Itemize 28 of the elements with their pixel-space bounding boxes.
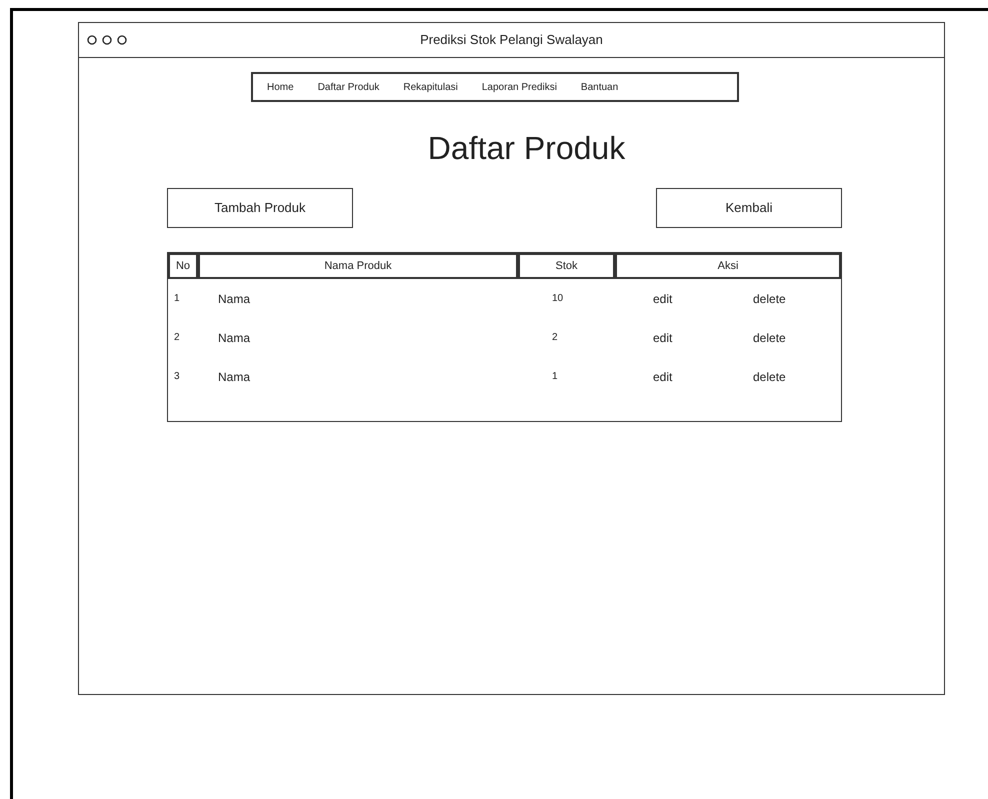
column-header: Stok	[518, 253, 615, 279]
add-product-button[interactable]: Tambah Produk	[167, 188, 353, 228]
edit-link[interactable]: edit	[653, 290, 753, 308]
table-cell-text: 2	[551, 331, 559, 345]
nav-link[interactable]: Home	[267, 80, 294, 94]
column-header: Aksi	[615, 253, 841, 279]
edit-link[interactable]: edit	[653, 368, 753, 386]
table-cell-text: Nama	[217, 290, 252, 308]
table-cell-text: 3	[173, 370, 181, 384]
table-cell-text: 1	[551, 370, 559, 384]
nav-link[interactable]: Bantuan	[580, 80, 618, 94]
nav-link[interactable]: Laporan Prediksi	[482, 80, 557, 94]
table-cell-text: 10	[551, 292, 564, 306]
delete-link[interactable]: delete	[753, 328, 786, 346]
delete-link[interactable]: delete	[753, 368, 786, 386]
table-cell-text: 1	[173, 292, 181, 306]
edit-link[interactable]: edit	[653, 328, 753, 346]
back-button[interactable]: Kembali	[656, 188, 842, 228]
nav-link[interactable]: Daftar Produk	[318, 80, 380, 94]
column-header: No	[168, 253, 198, 279]
column-header: Nama Produk	[198, 253, 518, 279]
table-cell-text: Nama	[217, 368, 252, 386]
nav-link[interactable]: Rekapitulasi	[403, 80, 458, 94]
page-heading: Daftar Produk	[426, 129, 626, 168]
delete-link[interactable]: delete	[753, 290, 786, 308]
table-cell-text: 2	[173, 331, 181, 345]
table-cell-text: Nama	[217, 330, 252, 346]
window-title: Prediksi Stok Pelangi Swalayan	[420, 31, 603, 50]
